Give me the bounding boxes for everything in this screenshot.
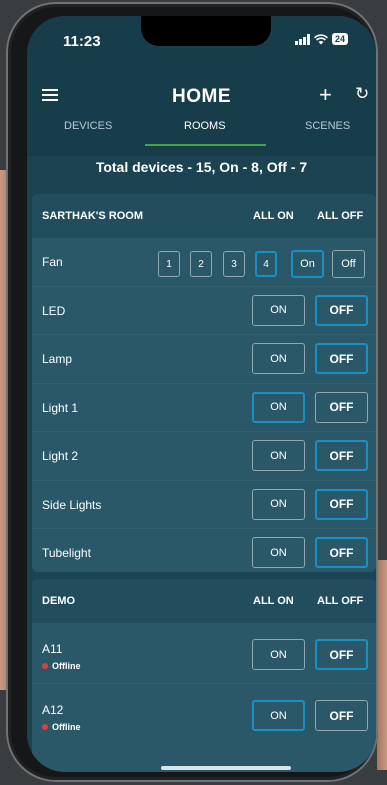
signal-icon — [295, 33, 310, 45]
fan-off-button[interactable]: Off — [332, 250, 365, 278]
device-label: Fan — [42, 255, 63, 269]
all-on-button[interactable]: ALL ON — [253, 210, 294, 222]
on-button[interactable]: ON — [252, 391, 305, 423]
battery-icon: 24 — [332, 33, 349, 45]
fan-speed-1-button[interactable]: 1 — [158, 251, 180, 277]
on-button[interactable]: ON — [252, 639, 305, 670]
device-summary: Total devices - 15, On - 8, Off - 7 — [95, 159, 308, 175]
on-button[interactable]: ON — [252, 537, 305, 568]
status-text: Offline — [52, 661, 81, 671]
on-button[interactable]: ON — [252, 488, 305, 520]
wifi-icon — [314, 33, 328, 44]
refresh-icon[interactable]: ↻ — [355, 84, 369, 104]
plus-icon[interactable]: + — [319, 82, 332, 108]
fan-on-button[interactable]: On — [291, 250, 324, 278]
device-status: Offline — [42, 722, 81, 732]
fan-speed-3-button[interactable]: 3 — [223, 251, 245, 277]
app-screen: 11:23 24 HOME + ↻ DEVICES ROOMS SCENES T… — [27, 16, 376, 772]
device-label: Side Lights — [42, 497, 102, 512]
app-header: HOME + ↻ — [27, 66, 376, 116]
home-indicator[interactable] — [161, 766, 291, 770]
device-row-light-1: Light 1 ON OFF — [32, 384, 376, 432]
on-button[interactable]: ON — [252, 440, 305, 471]
off-button[interactable]: OFF — [315, 440, 368, 471]
off-button[interactable]: OFF — [315, 700, 368, 731]
off-button[interactable]: OFF — [315, 488, 368, 520]
device-row-side-lights: Side Lights ON OFF — [32, 481, 376, 529]
active-tab-indicator — [145, 144, 266, 146]
device-row-a11: A11 Offline ON OFF — [32, 623, 376, 684]
tab-bar: DEVICES ROOMS SCENES — [27, 116, 376, 156]
room-name: DEMO — [42, 595, 75, 607]
tab-rooms[interactable]: ROOMS — [184, 120, 226, 132]
camera-notch — [141, 16, 271, 46]
fan-speed-4-button[interactable]: 4 — [255, 251, 277, 277]
device-label: Light 2 — [42, 449, 79, 463]
on-button[interactable]: ON — [252, 700, 305, 731]
status-text: Offline — [52, 722, 81, 732]
tab-devices[interactable]: DEVICES — [64, 120, 112, 132]
all-off-button[interactable]: ALL OFF — [317, 210, 363, 222]
tab-scenes[interactable]: SCENES — [305, 120, 350, 132]
device-label: Lamp — [42, 352, 73, 366]
offline-dot-icon — [42, 724, 48, 730]
device-label: Tubelight — [42, 546, 91, 560]
off-button[interactable]: OFF — [315, 391, 368, 423]
offline-dot-icon — [42, 663, 48, 669]
device-label: Light 1 — [42, 400, 79, 415]
fan-speed-2-button[interactable]: 2 — [190, 251, 212, 277]
device-row-tubelight: Tubelight ON OFF — [32, 529, 376, 572]
on-button[interactable]: ON — [252, 294, 305, 326]
room-header: SARTHAK'S ROOM ALL ON ALL OFF — [32, 194, 376, 238]
device-row-a12: A12 Offline ON OFF — [32, 684, 376, 744]
device-row-lamp: Lamp ON OFF — [32, 335, 376, 384]
status-icons: 24 — [295, 33, 349, 45]
off-button[interactable]: OFF — [315, 537, 368, 568]
room-card-sarthak: SARTHAK'S ROOM ALL ON ALL OFF Fan 1 2 3 … — [32, 194, 376, 572]
device-row-led: LED ON OFF — [32, 287, 376, 335]
off-button[interactable]: OFF — [315, 294, 368, 326]
phone-frame: 11:23 24 HOME + ↻ DEVICES ROOMS SCENES T… — [6, 2, 378, 782]
hand-right — [377, 560, 387, 770]
all-off-button[interactable]: ALL OFF — [317, 595, 363, 607]
room-card-demo: DEMO ALL ON ALL OFF A11 Offline ON OFF A… — [32, 579, 376, 772]
on-button[interactable]: ON — [252, 343, 305, 374]
off-button[interactable]: OFF — [315, 639, 368, 670]
device-row-light-2: Light 2 ON OFF — [32, 432, 376, 481]
status-bar: 11:23 24 — [27, 16, 376, 66]
room-name: SARTHAK'S ROOM — [42, 210, 144, 222]
room-header: DEMO ALL ON ALL OFF — [32, 579, 376, 623]
device-label: LED — [42, 303, 66, 318]
all-on-button[interactable]: ALL ON — [253, 595, 294, 607]
status-time: 11:23 — [63, 33, 101, 50]
device-label: A11 — [42, 642, 63, 656]
device-status: Offline — [42, 661, 81, 671]
device-row-fan: Fan 1 2 3 4 On Off — [32, 238, 376, 287]
device-label: A12 — [42, 703, 64, 717]
off-button[interactable]: OFF — [315, 343, 368, 374]
